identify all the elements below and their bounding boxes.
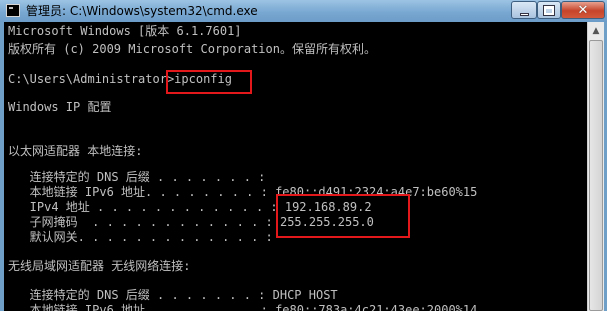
window-title: 管理员: C:\Windows\system32\cmd.exe [26, 4, 258, 18]
close-button[interactable]: ✕ [561, 1, 605, 19]
console-line: 版权所有 (c) 2009 Microsoft Corporation。保留所有… [8, 42, 376, 56]
minimize-button[interactable] [511, 1, 537, 19]
scrollbar-thumb[interactable] [589, 40, 603, 311]
command-highlight-box [166, 70, 252, 94]
title-bar[interactable]: 管理员: C:\Windows\system32\cmd.exe ✕ [0, 0, 607, 22]
adapter-heading: 无线局域网适配器 无线网络连接: [8, 259, 191, 273]
maximize-button[interactable] [537, 1, 561, 19]
console-output[interactable]: Microsoft Windows [版本 6.1.7601] 版权所有 (c)… [4, 22, 587, 311]
vertical-scrollbar[interactable]: ▲ [587, 22, 604, 311]
close-icon: ✕ [577, 2, 589, 18]
console-line: Microsoft Windows [版本 6.1.7601] [8, 24, 242, 38]
ip-highlight-box [276, 194, 410, 238]
console-line: 本地链接 IPv6 地址. . . . . . . . : fe80::783a… [8, 303, 478, 311]
console-line: 连接特定的 DNS 后缀 . . . . . . . : [8, 170, 266, 184]
gateway-line: 默认网关. . . . . . . . . . . . . : [8, 230, 273, 244]
maximize-icon [544, 5, 554, 15]
console-icon[interactable] [6, 4, 20, 17]
console-line: Windows IP 配置 [8, 100, 112, 114]
console-line: 连接特定的 DNS 后缀 . . . . . . . : DHCP HOST [8, 288, 338, 302]
minimize-icon [519, 12, 529, 16]
adapter-heading: 以太网适配器 本地连接: [8, 144, 143, 158]
cmd-window: 管理员: C:\Windows\system32\cmd.exe ✕ Micro… [0, 0, 607, 311]
scroll-up-icon[interactable]: ▲ [588, 22, 604, 39]
